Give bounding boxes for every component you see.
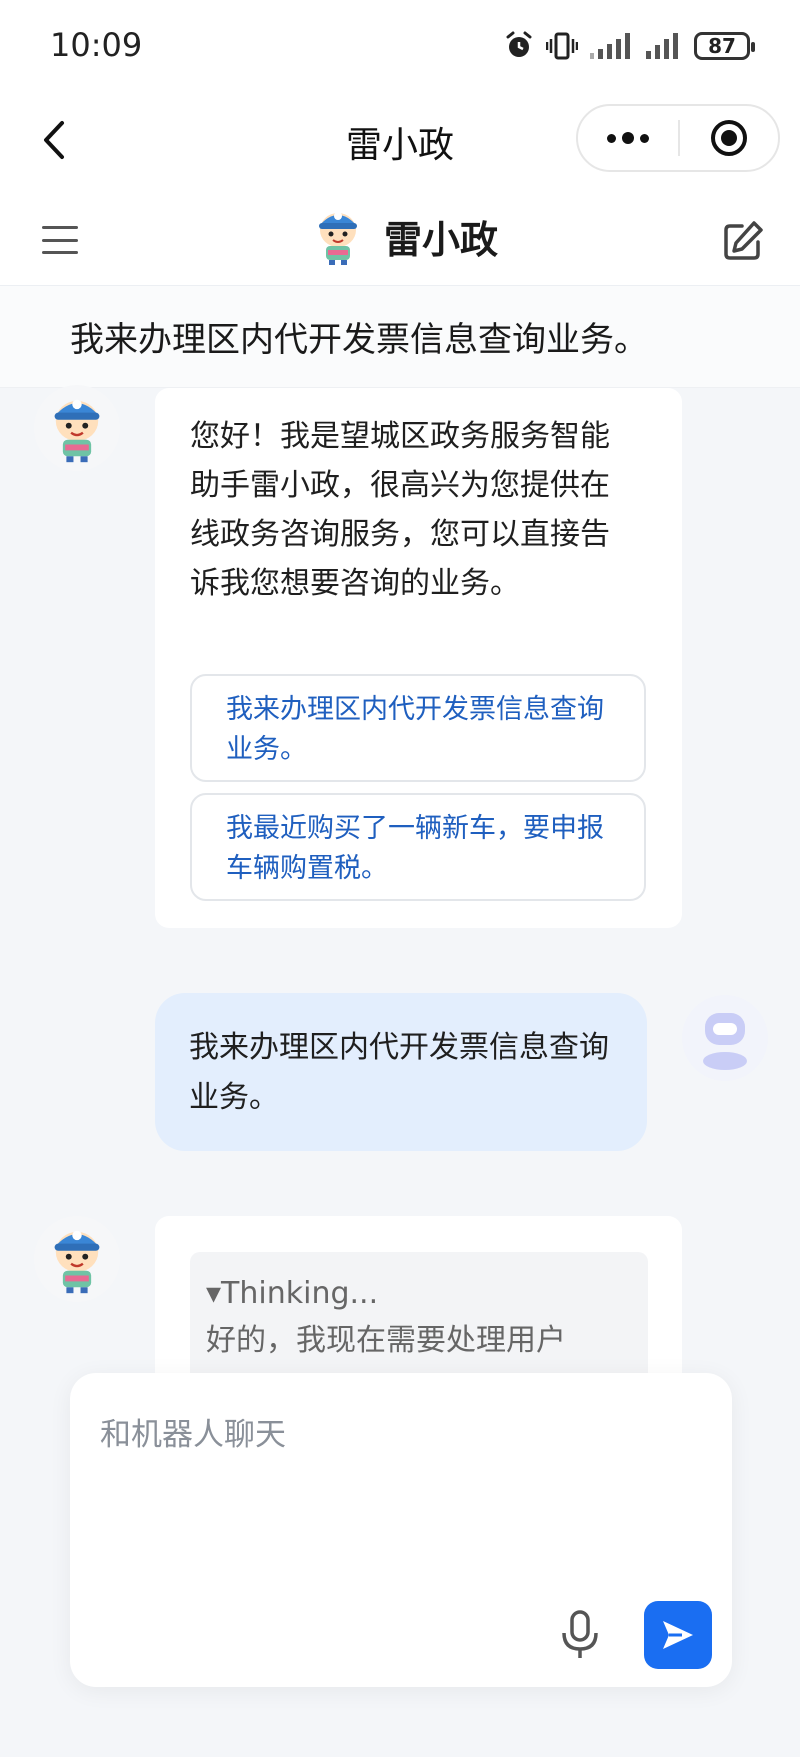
send-button[interactable]: [644, 1601, 712, 1669]
mascot-icon: [54, 1230, 100, 1294]
menu-icon[interactable]: [38, 220, 82, 260]
user-message-bubble: 我来办理区内代开发票信息查询业务。: [155, 993, 647, 1151]
mini-program-capsule: [576, 104, 780, 172]
edit-icon: [724, 221, 763, 260]
brand: 雷小政: [310, 206, 498, 266]
more-button[interactable]: [578, 106, 678, 170]
more-dots-icon: [607, 133, 616, 143]
close-mini-program-button[interactable]: [680, 106, 778, 170]
vibrate-icon: [546, 32, 578, 60]
mic-icon: [562, 1610, 598, 1658]
signal-icon: [590, 33, 630, 59]
context-banner: 我来办理区内代开发票信息查询业务。: [0, 286, 800, 388]
bot-avatar: [34, 385, 120, 471]
mascot-icon: [319, 212, 357, 265]
robot-user-icon: [703, 1013, 747, 1070]
status-time: 10:09: [50, 26, 143, 64]
thinking-label[interactable]: ▾Thinking...: [206, 1270, 632, 1317]
bot-avatar: [34, 1216, 120, 1302]
suggestion-chip[interactable]: 我最近购买了一辆新车，要申报车辆购置税。: [190, 793, 646, 901]
chat-composer: 和机器人聊天: [70, 1373, 732, 1687]
battery-icon: 87: [694, 32, 755, 60]
brand-name: 雷小政: [384, 217, 499, 262]
mascot-icon: [54, 399, 100, 463]
send-icon: [663, 1621, 693, 1649]
new-chat-button[interactable]: [720, 218, 766, 264]
alarm-icon: [506, 31, 532, 57]
close-target-icon: [711, 120, 747, 156]
chat-input[interactable]: 和机器人聊天: [100, 1409, 286, 1454]
brand-avatar: [310, 206, 366, 266]
app-header: 雷小政: [0, 192, 800, 286]
user-avatar: [682, 995, 768, 1081]
signal-icon-2: [646, 33, 678, 59]
title-bar: 雷小政: [0, 92, 800, 192]
suggestion-chip[interactable]: 我来办理区内代开发票信息查询业务。: [190, 674, 646, 782]
bot-greeting-text: 您好！我是望城区政务服务智能助手雷小政，很高兴为您提供在线政务咨询服务，您可以直…: [190, 419, 610, 601]
thinking-box[interactable]: ▾Thinking... 好的，我现在需要处理用户: [190, 1252, 648, 1382]
thinking-text: 好的，我现在需要处理用户: [206, 1323, 566, 1358]
status-bar: 10:09 87: [0, 0, 800, 92]
voice-input-button[interactable]: [558, 1609, 602, 1661]
status-icons: 87: [504, 28, 755, 64]
